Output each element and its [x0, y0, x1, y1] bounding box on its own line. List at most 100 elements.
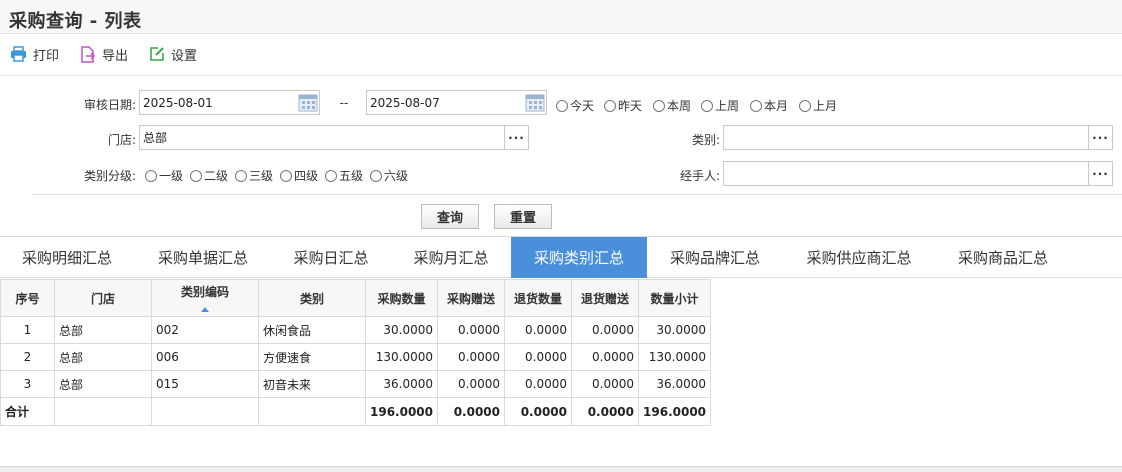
audit-date-label: 审核日期:: [83, 98, 136, 112]
table-row[interactable]: 2 总部 006 方便速食 130.0000 0.0000 0.0000 0.0…: [0, 343, 712, 371]
cell-purchase-qty: 130.0000: [364, 343, 439, 371]
category-level-label: 类别分级:: [83, 169, 136, 183]
col-category[interactable]: 类别: [258, 279, 366, 317]
level-4-radio[interactable]: 四级: [280, 167, 318, 184]
range-yesterday-radio[interactable]: 昨天: [604, 97, 642, 114]
toolbar: 打印 导出 设置: [0, 34, 1122, 76]
bottom-scrollbar[interactable]: [0, 466, 1122, 472]
tab-brand-summary[interactable]: 采购品牌汇总: [652, 237, 778, 278]
col-purchase-gift[interactable]: 采购赠送: [437, 279, 506, 317]
total-label: 合计: [0, 397, 55, 426]
tab-daily-summary[interactable]: 采购日汇总: [276, 237, 386, 278]
table-total-row: 合计 196.0000 0.0000 0.0000 0.0000 196.000…: [0, 397, 712, 426]
range-this-month-radio[interactable]: 本月: [750, 97, 788, 114]
store-picker-button[interactable]: ···: [504, 126, 528, 149]
col-return-qty[interactable]: 退货数量: [504, 279, 573, 317]
date-to-value: 2025-08-07: [370, 95, 440, 110]
total-purchase-qty: 196.0000: [364, 397, 439, 426]
cell-purchase-gift: 0.0000: [437, 343, 506, 371]
cell-return-gift: 0.0000: [571, 343, 640, 371]
settings-button[interactable]: 设置: [149, 43, 197, 65]
range-last-month-radio[interactable]: 上月: [799, 97, 837, 114]
store-label: 门店:: [107, 133, 136, 147]
col-category-code-label: 类别编码: [180, 285, 229, 299]
export-label: 导出: [102, 48, 129, 64]
printer-icon: [10, 46, 27, 62]
cell-return-qty: 0.0000: [504, 370, 573, 398]
cell-qty-subtotal: 36.0000: [638, 370, 712, 398]
col-qty-subtotal[interactable]: 数量小计: [638, 279, 712, 317]
reset-button[interactable]: 重置: [494, 204, 552, 229]
range-today-radio[interactable]: 今天: [556, 97, 594, 114]
cell-store: 总部: [54, 343, 152, 371]
cell-purchase-qty: 36.0000: [364, 370, 439, 398]
sort-ascending-icon: [201, 307, 209, 312]
print-button[interactable]: 打印: [10, 43, 59, 65]
tab-category-summary[interactable]: 采购类别汇总: [511, 237, 647, 278]
level-6-radio[interactable]: 六级: [370, 167, 408, 184]
calendar-icon[interactable]: [298, 93, 318, 112]
table-row[interactable]: 3 总部 015 初音未来 36.0000 0.0000 0.0000 0.00…: [0, 370, 712, 398]
cell-return-qty: 0.0000: [504, 316, 573, 344]
cell-category: 初音未来: [258, 370, 366, 398]
level-3-radio[interactable]: 三级: [235, 167, 273, 184]
filter-divider: [32, 194, 1122, 195]
cell-qty-subtotal: 30.0000: [638, 316, 712, 344]
cell-category-code: 015: [151, 370, 259, 398]
col-category-code[interactable]: 类别编码: [151, 279, 259, 317]
date-separator: --: [339, 96, 349, 110]
store-input[interactable]: 总部 ···: [139, 125, 529, 150]
calendar-icon[interactable]: [525, 93, 545, 112]
handler-picker-button[interactable]: ···: [1088, 162, 1112, 185]
col-return-gift[interactable]: 退货赠送: [571, 279, 640, 317]
col-store[interactable]: 门店: [54, 279, 152, 317]
date-from-input[interactable]: 2025-08-01: [139, 90, 320, 115]
cell-store: 总部: [54, 370, 152, 398]
tab-product-summary[interactable]: 采购商品汇总: [940, 237, 1066, 278]
level-5-radio[interactable]: 五级: [325, 167, 363, 184]
tab-detail-summary[interactable]: 采购明细汇总: [4, 237, 130, 278]
total-category-code: [151, 397, 259, 426]
cell-qty-subtotal: 130.0000: [638, 343, 712, 371]
tab-supplier-summary[interactable]: 采购供应商汇总: [788, 237, 930, 278]
tab-document-summary[interactable]: 采购单据汇总: [140, 237, 266, 278]
title-bar: 采购查询 - 列表: [0, 0, 1122, 34]
total-return-gift: 0.0000: [571, 397, 640, 426]
total-category: [258, 397, 366, 426]
level-1-radio[interactable]: 一级: [145, 167, 183, 184]
store-value: 总部: [143, 131, 168, 145]
total-return-qty: 0.0000: [504, 397, 573, 426]
tab-monthly-summary[interactable]: 采购月汇总: [396, 237, 506, 278]
handler-label: 经手人:: [679, 169, 720, 183]
category-label: 类别:: [691, 133, 720, 147]
handler-input[interactable]: ···: [723, 161, 1113, 186]
cell-store: 总部: [54, 316, 152, 344]
cell-purchase-qty: 30.0000: [364, 316, 439, 344]
page-title: 采购查询 - 列表: [9, 11, 142, 32]
cell-category-code: 006: [151, 343, 259, 371]
level-2-radio[interactable]: 二级: [190, 167, 228, 184]
settings-label: 设置: [171, 48, 198, 64]
total-qty-subtotal: 196.0000: [638, 397, 712, 426]
export-button[interactable]: 导出: [80, 43, 128, 65]
cell-purchase-gift: 0.0000: [437, 370, 506, 398]
col-index[interactable]: 序号: [0, 279, 55, 317]
table-row[interactable]: 1 总部 002 休闲食品 30.0000 0.0000 0.0000 0.00…: [0, 316, 712, 344]
cell-index: 2: [0, 343, 55, 371]
range-this-week-radio[interactable]: 本周: [653, 97, 691, 114]
cell-category-code: 002: [151, 316, 259, 344]
range-last-week-radio[interactable]: 上周: [701, 97, 739, 114]
query-button[interactable]: 查询: [421, 204, 479, 229]
print-label: 打印: [33, 48, 60, 64]
col-purchase-qty[interactable]: 采购数量: [364, 279, 439, 317]
date-from-value: 2025-08-01: [143, 95, 213, 110]
date-to-input[interactable]: 2025-08-07: [366, 90, 547, 115]
total-purchase-gift: 0.0000: [437, 397, 506, 426]
export-icon: [80, 45, 96, 63]
category-input[interactable]: ···: [723, 125, 1113, 150]
cell-index: 3: [0, 370, 55, 398]
edit-settings-icon: [149, 46, 165, 62]
cell-return-qty: 0.0000: [504, 343, 573, 371]
table-header: 序号 门店 类别编码 类别 采购数量 采购赠送 退货数量 退货赠送 数量小计: [0, 279, 712, 317]
category-picker-button[interactable]: ···: [1088, 126, 1112, 149]
